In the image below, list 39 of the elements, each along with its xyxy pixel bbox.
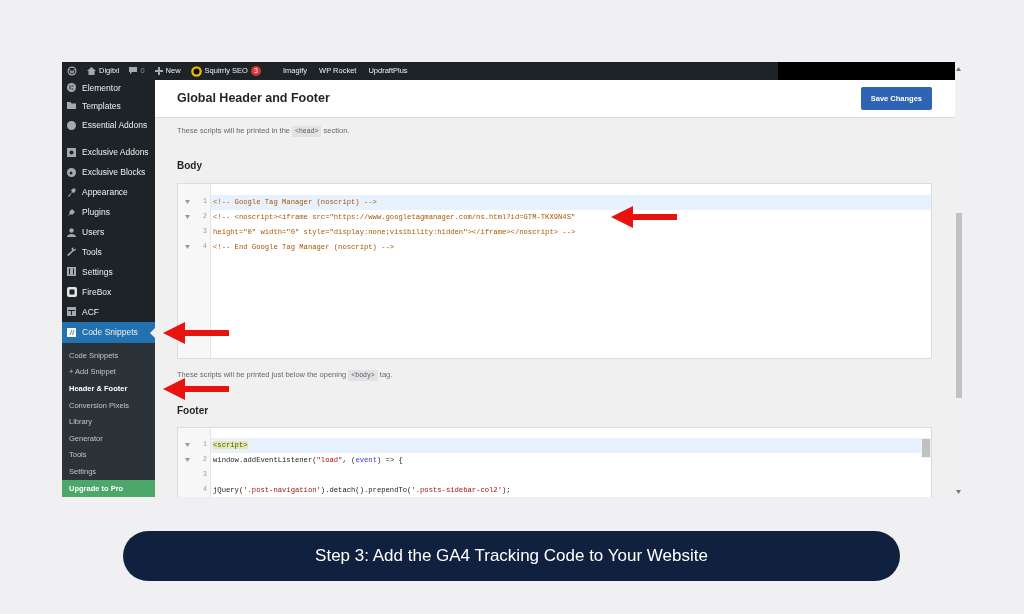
sidebar-item[interactable]: Plugins xyxy=(62,202,155,223)
sidebar-item[interactable]: Elementor xyxy=(62,80,155,96)
editor-scrollbar[interactable] xyxy=(921,437,931,458)
plus-icon xyxy=(154,67,163,75)
paintbrush-icon xyxy=(67,187,77,198)
sidebar-item[interactable]: FireBox xyxy=(62,282,155,303)
sidebar-item[interactable]: ACF xyxy=(62,302,155,323)
scrollbar-thumb[interactable] xyxy=(955,213,962,398)
square-logo-icon xyxy=(67,147,77,158)
round-logo-icon xyxy=(67,167,77,178)
sidebar-item[interactable]: Essential Addons xyxy=(62,115,155,136)
scroll-up-icon[interactable] xyxy=(956,67,961,71)
round-logo-icon xyxy=(190,65,202,77)
step-caption: Step 3: Add the GA4 Tracking Code to Your Website xyxy=(123,531,900,581)
folder-icon xyxy=(67,100,77,111)
wordpress-logo-icon xyxy=(67,66,77,76)
sidebar-item[interactable]: Settings xyxy=(62,262,155,283)
sliders-icon xyxy=(67,267,77,278)
sidebar-item[interactable]: Templates xyxy=(62,95,155,116)
section-heading: Footer xyxy=(177,404,210,417)
menu-pointer-icon xyxy=(150,327,155,338)
comment-icon xyxy=(129,67,138,75)
home-icon xyxy=(87,67,96,75)
scroll-down-icon[interactable] xyxy=(956,490,961,494)
square-logo-icon xyxy=(67,287,77,298)
sidebar-item[interactable]: Users xyxy=(62,222,155,243)
sidebar-item[interactable]: Exclusive Addons xyxy=(62,142,155,163)
round-logo-icon xyxy=(67,120,77,131)
page-title: Global Header and Footer xyxy=(177,91,330,106)
wrench-icon xyxy=(67,247,77,258)
user-icon xyxy=(67,227,77,238)
plug-icon xyxy=(67,207,77,218)
code-editor[interactable] xyxy=(177,182,932,359)
sidebar-item[interactable]: Appearance xyxy=(62,182,155,203)
sidebar-item[interactable]: Exclusive Blocks xyxy=(62,162,155,183)
code-icon xyxy=(67,327,77,338)
section-heading: Body xyxy=(177,159,203,172)
grid-icon xyxy=(67,307,77,318)
sidebar-item[interactable]: Tools xyxy=(62,242,155,263)
